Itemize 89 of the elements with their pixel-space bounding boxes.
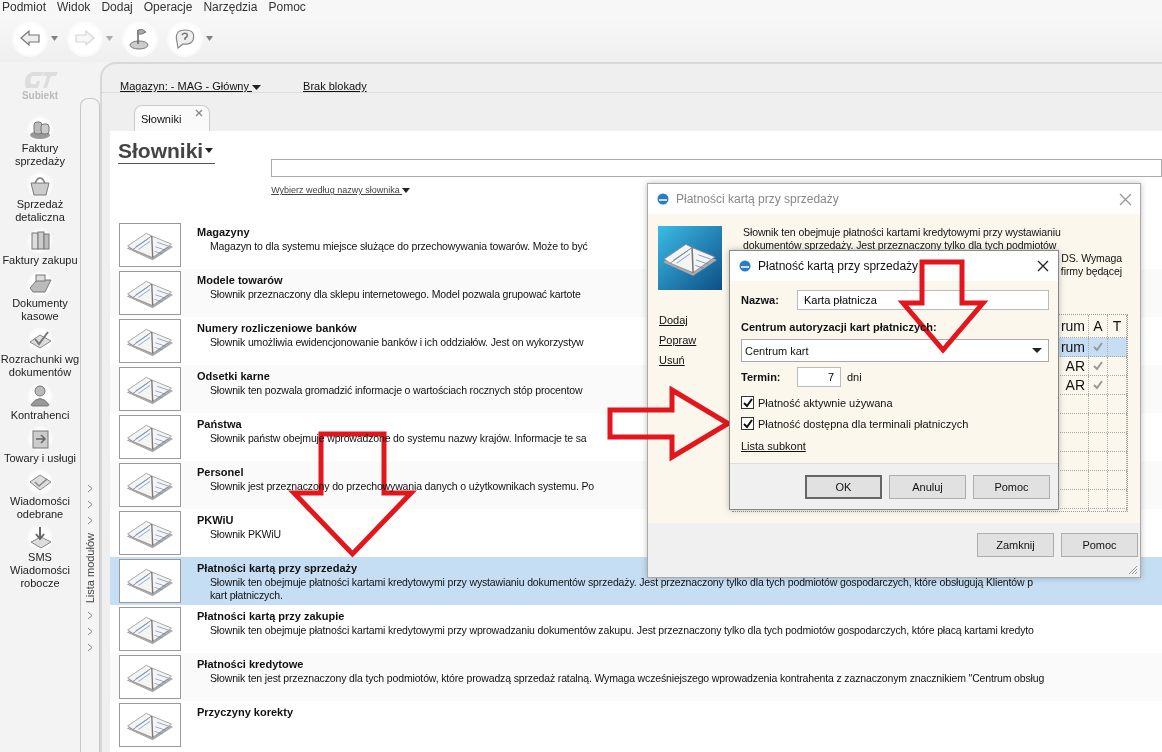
app-icon xyxy=(656,193,670,205)
menu-item[interactable]: Dodaj xyxy=(101,0,133,15)
dictionary-description: Słownik PKWiU xyxy=(209,528,281,541)
name-field[interactable]: Karta płatnicza xyxy=(797,290,1049,310)
close-icon xyxy=(195,109,203,117)
person-icon xyxy=(27,383,53,409)
checkbox[interactable] xyxy=(741,396,754,409)
module-button[interactable]: Rozrachunki wg dokumentów xyxy=(0,327,80,383)
books-icon xyxy=(27,228,53,254)
dialog-title: Płatności kartą przy sprzedaży xyxy=(676,192,840,206)
dialog-description: Słownik ten obejmuje płatności kartami kredytowymi przy wystawianiu xyxy=(743,226,1062,239)
module-button[interactable]: Faktury zakupu xyxy=(0,228,80,271)
caret-icon xyxy=(252,84,262,90)
column-header: T xyxy=(1108,315,1127,337)
toolbar-button[interactable] xyxy=(12,20,48,57)
module-button[interactable]: Faktury sprzedaży xyxy=(0,116,80,172)
checkmark-icon xyxy=(27,327,53,353)
tab-close-button[interactable] xyxy=(195,109,203,117)
caret-icon xyxy=(1032,348,1042,353)
center-dropdown[interactable]: Centrum kart xyxy=(741,339,1049,362)
module-button[interactable]: Kontrahenci xyxy=(0,383,80,426)
dictionary-name: Płatności kartą przy zakupie xyxy=(197,609,346,624)
app-name: Subiekt xyxy=(21,90,59,101)
caret-icon xyxy=(402,188,411,194)
resize-grip-icon xyxy=(1128,565,1138,575)
filter-link[interactable]: Wybierz według nazwy słownika xyxy=(271,185,411,195)
toolbar-button[interactable] xyxy=(167,20,203,57)
dictionary-description: Słownik ten obejmuje płatności kartami kredytowymi przy wprowadzaniu dokumentów zakupu. Jest przeznaczony tylko dla tych podmiotów gospodarczych, które płacą kartami kredyto xyxy=(209,624,1034,637)
dictionary-name: Magazyny xyxy=(197,225,251,240)
cash-register-icon xyxy=(27,271,53,297)
envelope-icon xyxy=(27,469,53,495)
checkbox-label: Płatność aktywnie używana xyxy=(758,396,893,409)
tab[interactable]: Słowniki xyxy=(134,105,210,131)
dictionary-description: Słownik ten obejmuje płatności kartami kredytowymi przy wystawianiu dokumentów sprzedaży. Jest przeznaczony tylko dla tych podmiotów gospodarczych, które obsługują Klientów p xyxy=(209,576,1033,589)
warehouse-link[interactable]: Magazyn: - MAG - Główny xyxy=(120,80,262,92)
dialog-description: DS. Wymaga xyxy=(1061,252,1123,265)
dictionary-name: Modele towarów xyxy=(197,273,284,288)
close-icon xyxy=(1118,192,1132,206)
menu-item[interactable]: Widok xyxy=(57,0,91,15)
dialog-button[interactable]: Zamknij xyxy=(977,533,1054,557)
tab-label: Słowniki xyxy=(141,112,182,125)
close-icon xyxy=(1037,260,1049,272)
dictionary-name: Odsetki karne xyxy=(197,369,271,384)
dictionary-selector[interactable]: Słowniki xyxy=(118,138,216,164)
module-button[interactable]: Wiadomości odebrane xyxy=(0,469,80,525)
subaccounts-link[interactable]: Lista subkont xyxy=(741,440,1049,452)
dialog-description: dokumentów sprzedaży. Jest przeznaczony tylko dla tych podmiotów xyxy=(743,239,1058,252)
dictionary-name: Państwa xyxy=(197,417,243,432)
lock-link[interactable]: Brak blokady xyxy=(303,80,367,92)
dialog-button[interactable]: OK xyxy=(805,474,882,499)
dialog-button[interactable]: Pomoc xyxy=(973,474,1050,499)
basket-icon xyxy=(27,172,53,198)
dictionary-row[interactable]: Płatności kredytowe Słownik ten jest przeznaczony dla tych podmiotów, które prowadzą sprzedaż ratalną. Wymaga wcześniejszego wprowadzenia kontrahenta z zaznaczonym znacznikiem "Centrum obsług xyxy=(110,653,1162,701)
module-button[interactable]: Dokumenty kasowe xyxy=(0,271,80,327)
dictionary-description: Słownik umożliwia ewidencjonowanie banków i ich oddziałów. Jest on wykorzystyw xyxy=(209,336,584,349)
term-field[interactable]: 7 xyxy=(797,367,841,387)
checkbox[interactable] xyxy=(741,417,754,430)
checkbox-label: Płatność dostępna dla terminali płatniczych xyxy=(758,417,969,430)
dialog-button[interactable]: Pomoc xyxy=(1061,533,1138,557)
dictionary-name: Numery rozliczeniowe banków xyxy=(197,321,358,336)
field-label: Nazwa: xyxy=(741,294,780,306)
search-field[interactable] xyxy=(271,159,1162,177)
dictionary-name: PKWiU xyxy=(197,513,235,528)
module-button[interactable]: Towary i usługi xyxy=(0,426,80,469)
menu-item[interactable]: Podmiot xyxy=(2,0,47,15)
menu-item[interactable]: Operacje xyxy=(143,0,193,15)
dictionary-name: Przyczyny korekty xyxy=(197,705,293,720)
menu-item[interactable]: Pomoc xyxy=(268,0,306,15)
caret-icon xyxy=(205,148,214,153)
dropdown-value: Centrum kart xyxy=(745,344,809,357)
dictionary-description: Słownik ten jest przeznaczony dla tych podmiotów, które prowadzą sprzedaż ratalną. Wymaga wcześniejszego wprowadzenia kontrahenta z zaznaczonym znacznikiem "Centrum obsług xyxy=(209,672,1045,685)
dialog-button[interactable]: Anuluj xyxy=(889,474,966,499)
toolbar-button[interactable] xyxy=(122,20,158,57)
dictionary-description: Słownik ten pozwala gromadzić informacje o wartościach rocznych stóp procentow xyxy=(209,384,583,397)
panel-label[interactable]: Lista modułów xyxy=(84,532,96,603)
dictionary-name: Płatności kredytowe xyxy=(197,657,305,672)
dictionary-row[interactable]: Przyczyny korekty xyxy=(110,701,1162,749)
column-header: A xyxy=(1089,315,1108,337)
module-button[interactable]: SMS Wiadomości robocze xyxy=(0,525,80,594)
dictionary-name: Personel xyxy=(197,465,245,480)
coins-icon xyxy=(27,116,53,142)
module-button[interactable]: Sprzedaż detaliczna xyxy=(0,172,80,228)
app-icon xyxy=(738,260,752,272)
menu-item[interactable]: Narzędzia xyxy=(203,0,258,15)
dictionary-description: kart płatniczych. xyxy=(209,589,284,602)
dictionary-description: Słownik przeznaczony dla sklepu internetowego. Model pozwala grupować kartote xyxy=(209,288,581,301)
dictionary-description: Magazyn to dla systemu miejsce służące do przechowywania towarów. Może to być xyxy=(209,240,588,253)
dictionary-name: Płatności kartą przy sprzedaży xyxy=(197,561,359,576)
box-icon xyxy=(27,426,53,452)
